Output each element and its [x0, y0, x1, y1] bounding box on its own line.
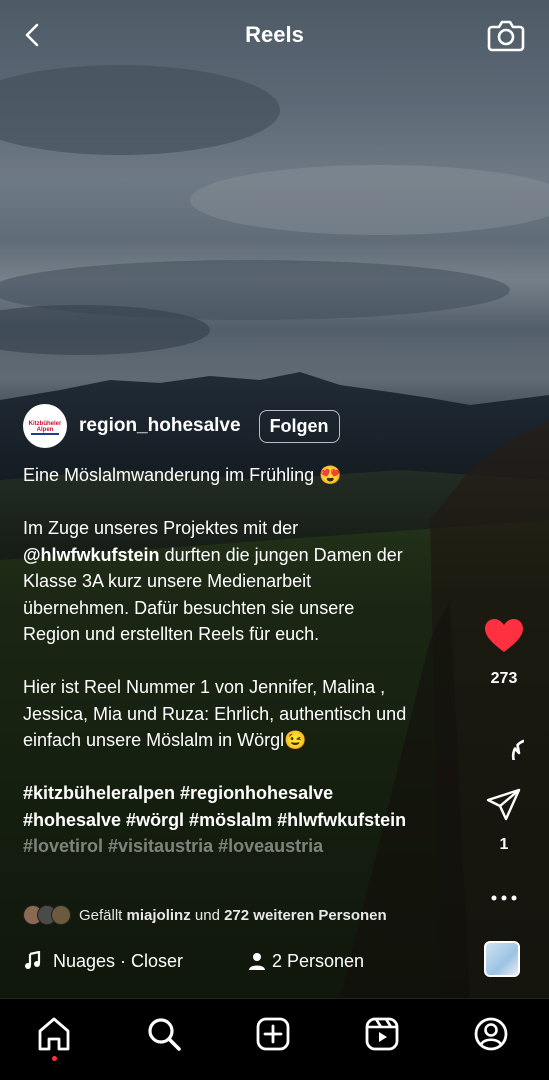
liker-username[interactable]: miajolinz — [127, 907, 191, 924]
liker-avatar — [51, 905, 71, 925]
likes-summary[interactable]: Gefällt miajolinz und 272 weiteren Perso… — [23, 903, 387, 927]
follow-button[interactable]: Folgen — [258, 409, 340, 443]
caption-line: Jessica, Mia und Ruza: Ehrlich, authenti… — [23, 703, 407, 724]
person-icon — [249, 953, 265, 970]
camera-icon — [487, 20, 525, 52]
caption-line: Hier ist Reel Nummer 1 von Jennifer, Mal… — [23, 677, 386, 697]
audio-track-label: Nuages · Closer — [53, 950, 184, 971]
page-title: Reels — [245, 22, 304, 47]
caption-line: übernehmen. Dafür besuchten sie unsere — [23, 597, 355, 618]
comment-icon — [511, 738, 547, 774]
mention-link[interactable]: @hlwfwkufstein — [23, 545, 160, 565]
liker-avatars — [23, 905, 71, 925]
caption-line: einfach unsere Möslalm in Wörgl😉 — [23, 730, 307, 750]
caption[interactable]: Eine Möslalmwanderung im Frühling 😍 Im Z… — [23, 462, 463, 860]
likes-text: Gefällt — [79, 906, 127, 924]
tab-bar — [0, 998, 549, 1080]
camera-button[interactable] — [487, 17, 525, 53]
caption-text: durften die jungen Damen der — [159, 544, 403, 565]
likes-text: und — [190, 906, 225, 924]
author-row: Kitzbüheler Alpen region_hohesalve Folge… — [23, 404, 340, 448]
reels-icon — [365, 1017, 399, 1051]
more-options-button[interactable] — [476, 888, 532, 913]
tab-create[interactable] — [253, 1014, 293, 1054]
tab-reels[interactable] — [362, 1014, 402, 1054]
caption-line: Eine Möslalmwanderung im Frühling 😍 — [23, 465, 342, 485]
audio-track[interactable]: Nuages · Closer — [23, 947, 183, 975]
share-button[interactable] — [476, 788, 532, 827]
caption-line: Klasse 3A kurz unsere Medienarbeit — [23, 571, 312, 591]
tagged-people-label: 2 Personen — [272, 950, 365, 971]
hashtags-line[interactable]: #kitzbüheleralpen #regionhohesalve — [23, 780, 463, 807]
likes-others[interactable]: 272 weiteren Personen — [224, 907, 387, 924]
more-horizontal-icon — [491, 895, 517, 901]
author-username[interactable]: region_hohesalve — [79, 415, 241, 437]
like-button[interactable] — [476, 618, 532, 659]
caption-line: @hlwfwkufstein durften die jungen Damen … — [23, 542, 463, 569]
comment-button[interactable] — [476, 720, 547, 774]
hashtags-line[interactable]: #lovetirol #visitaustria #loveaustria — [23, 833, 463, 860]
chevron-left-icon — [25, 23, 39, 47]
top-bar: Reels — [0, 0, 549, 72]
music-note-icon — [25, 951, 41, 969]
audio-thumbnail[interactable] — [484, 941, 520, 977]
caption-line: Region und erstellten Reels für euch. — [23, 624, 320, 644]
send-icon — [486, 788, 521, 821]
notification-dot — [52, 1056, 57, 1061]
share-count: 1 — [499, 836, 509, 853]
profile-icon — [474, 1017, 508, 1051]
create-icon — [256, 1017, 290, 1051]
search-icon — [148, 1018, 181, 1051]
tab-search[interactable] — [144, 1014, 184, 1054]
tab-profile[interactable] — [471, 1014, 511, 1054]
caption-line: Im Zuge unseres Projektes mit der — [23, 518, 299, 538]
heart-icon — [485, 619, 523, 652]
svg-text:Alpen: Alpen — [37, 427, 54, 433]
back-button[interactable] — [18, 20, 48, 50]
tagged-people[interactable]: 2 Personen — [248, 947, 364, 975]
tab-home[interactable] — [34, 1014, 74, 1054]
hashtags-line[interactable]: #hohesalve #wörgl #möslalm #hlwfwkufstei… — [23, 807, 463, 834]
home-icon — [38, 1017, 70, 1051]
like-count: 273 — [490, 670, 518, 687]
kitzbuehel-logo-icon: Kitzbüheler Alpen — [29, 419, 62, 435]
avatar[interactable]: Kitzbüheler Alpen — [23, 404, 67, 448]
